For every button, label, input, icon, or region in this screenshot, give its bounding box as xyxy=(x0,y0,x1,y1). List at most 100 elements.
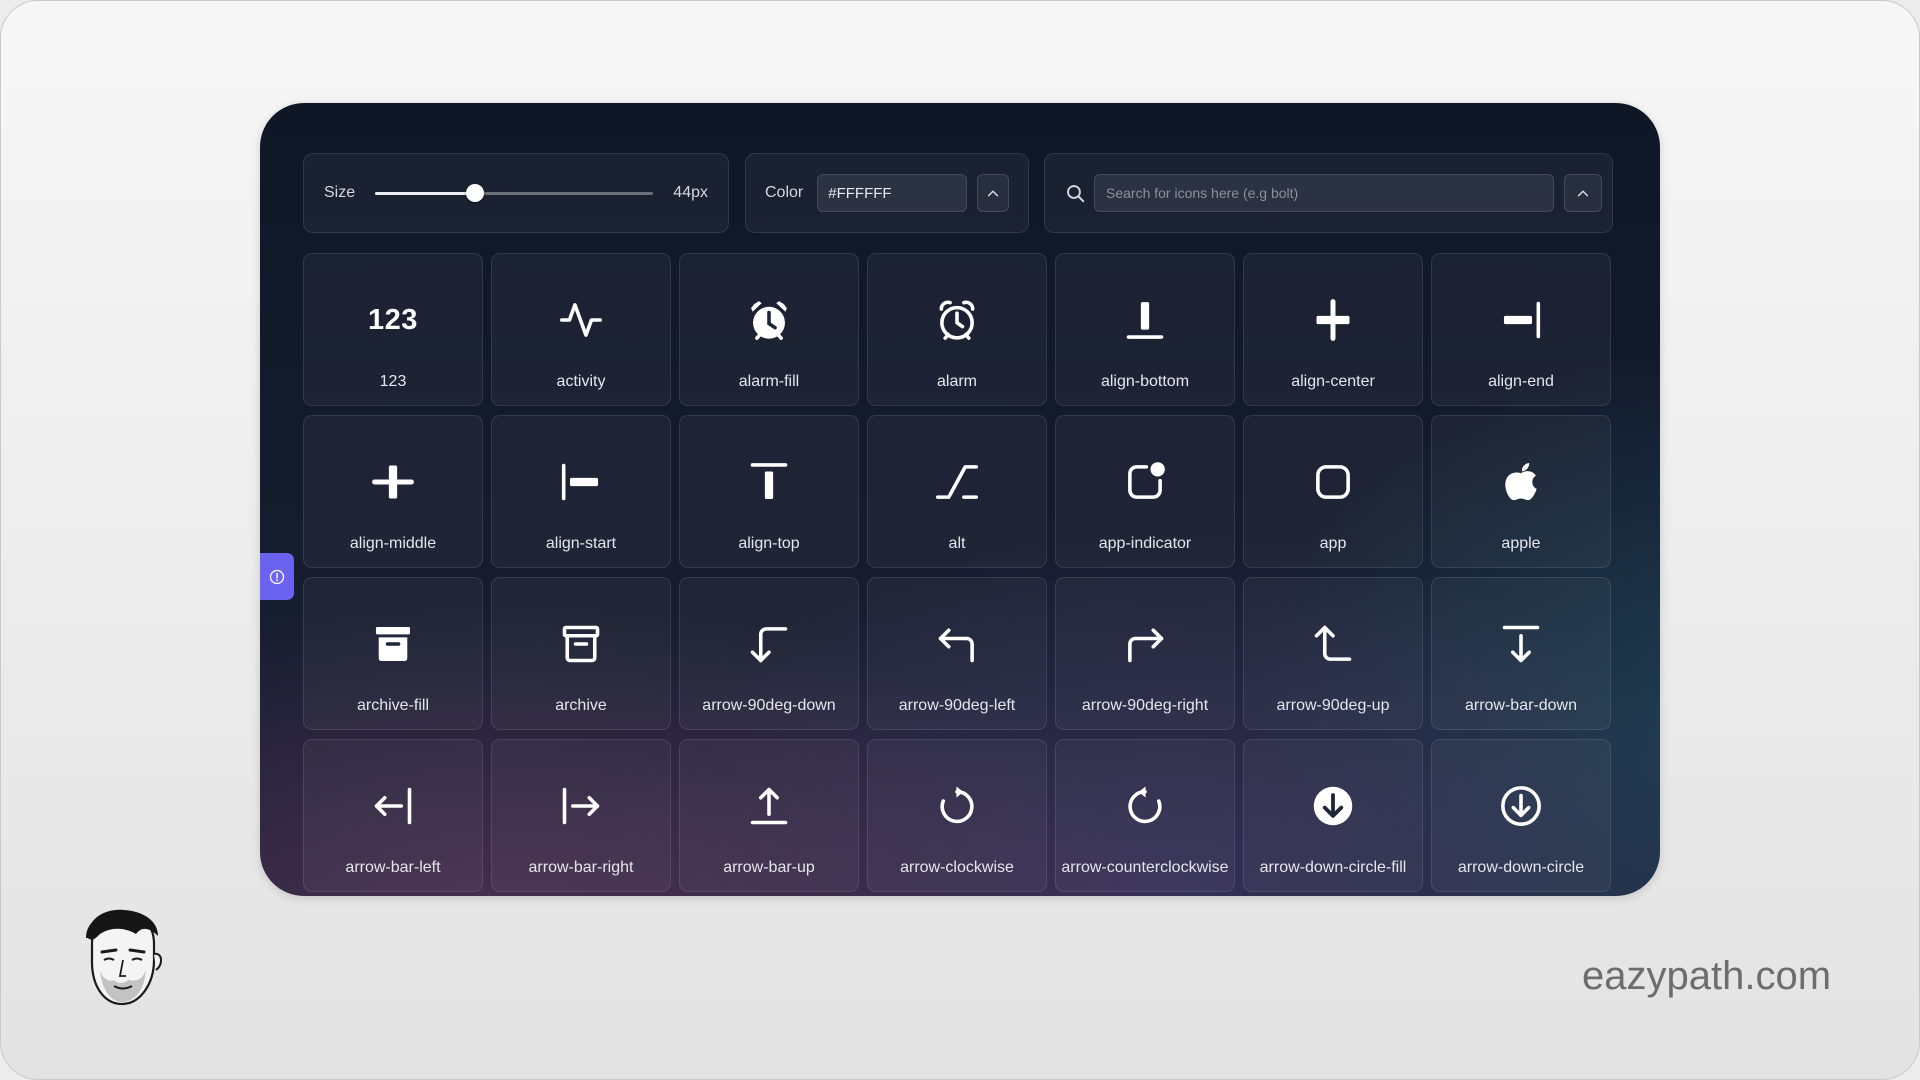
icon-label: alarm-fill xyxy=(738,373,800,390)
icon-label: activity xyxy=(556,373,606,390)
feedback-tab[interactable] xyxy=(260,553,294,600)
icon-label: align-start xyxy=(545,535,617,552)
icon-card[interactable]: alt xyxy=(867,415,1047,568)
align-end-icon xyxy=(1432,298,1610,342)
icon-label: arrow-clockwise xyxy=(900,859,1014,876)
activity-icon xyxy=(492,298,670,342)
icon-card[interactable]: arrow-bar-right xyxy=(491,739,671,892)
icon-card[interactable]: align-start xyxy=(491,415,671,568)
search-input[interactable] xyxy=(1094,174,1554,212)
icon-label: arrow-90deg-right xyxy=(1081,697,1209,714)
search-control xyxy=(1044,153,1613,233)
icon-label: archive xyxy=(555,697,607,714)
icon-label: 123 xyxy=(379,373,407,390)
icon-card[interactable]: app xyxy=(1243,415,1423,568)
app-indicator-icon xyxy=(1056,460,1234,504)
icon-card[interactable]: arrow-counterclockwise xyxy=(1055,739,1235,892)
color-control: Color xyxy=(745,153,1029,233)
search-toggle-button[interactable] xyxy=(1564,174,1602,212)
arrow-90deg-right-icon xyxy=(1056,622,1234,666)
icon-card[interactable]: arrow-90deg-down xyxy=(679,577,859,730)
icon-card[interactable]: arrow-bar-up xyxy=(679,739,859,892)
icon-label: align-top xyxy=(738,535,800,552)
icon-card[interactable]: arrow-90deg-up xyxy=(1243,577,1423,730)
color-toggle-button[interactable] xyxy=(977,174,1009,212)
arrow-bar-down-icon xyxy=(1432,622,1610,666)
arrow-down-circle-fill-icon xyxy=(1244,784,1422,828)
arrow-90deg-down-icon xyxy=(680,622,858,666)
icon-card[interactable]: align-bottom xyxy=(1055,253,1235,406)
app-icon xyxy=(1244,460,1422,504)
color-label: Color xyxy=(765,184,804,201)
icon-card[interactable]: arrow-bar-left xyxy=(303,739,483,892)
icon-glyph-text: 123 xyxy=(368,303,418,336)
align-start-icon xyxy=(492,460,670,504)
icon-label: alarm xyxy=(936,373,977,390)
alarm-icon xyxy=(868,298,1046,342)
archive-icon xyxy=(492,622,670,666)
info-circle-icon xyxy=(269,569,285,584)
arrow-bar-up-icon xyxy=(680,784,858,828)
arrow-bar-left-icon xyxy=(304,784,482,828)
alt-icon xyxy=(868,460,1046,504)
icon-browser-app: Size 44px Color 123 123 activity alarm-fill… xyxy=(260,103,1660,896)
icon-label: arrow-bar-up xyxy=(723,859,815,876)
alarm-fill-icon xyxy=(680,298,858,342)
icon-label: align-end xyxy=(1488,373,1554,390)
icon-label: alt xyxy=(948,535,966,552)
icon-label: apple xyxy=(1501,535,1541,552)
arrow-clockwise-icon xyxy=(868,784,1046,828)
icon-card[interactable]: arrow-90deg-right xyxy=(1055,577,1235,730)
size-label: Size xyxy=(324,184,356,201)
icon-label: arrow-90deg-left xyxy=(898,697,1016,714)
align-bottom-icon xyxy=(1056,298,1234,342)
apple-icon xyxy=(1432,460,1610,504)
icon-label: arrow-bar-down xyxy=(1464,697,1578,714)
watermark-text: eazypath.com xyxy=(1582,954,1832,998)
slider-thumb[interactable] xyxy=(466,184,485,202)
icon-label: arrow-down-circle xyxy=(1457,859,1585,876)
icon-card[interactable]: archive xyxy=(491,577,671,730)
icon-card[interactable]: align-end xyxy=(1431,253,1611,406)
icon-card[interactable]: align-center xyxy=(1243,253,1423,406)
icon-label: archive-fill xyxy=(356,697,429,714)
icon-label: align-bottom xyxy=(1100,373,1190,390)
icon-card[interactable]: app-indicator xyxy=(1055,415,1235,568)
arrow-bar-right-icon xyxy=(492,784,670,828)
icon-card[interactable]: arrow-90deg-left xyxy=(867,577,1047,730)
icon-card[interactable]: arrow-down-circle-fill xyxy=(1243,739,1423,892)
icon-card[interactable]: align-top xyxy=(679,415,859,568)
icon-card[interactable]: archive-fill xyxy=(303,577,483,730)
color-input[interactable] xyxy=(817,174,968,212)
icon-label: arrow-bar-right xyxy=(528,859,634,876)
chevron-up-icon xyxy=(987,190,999,197)
icon-label: arrow-90deg-down xyxy=(702,697,836,714)
arrow-down-circle-icon xyxy=(1432,784,1610,828)
icon-card[interactable]: activity xyxy=(491,253,671,406)
size-slider[interactable] xyxy=(375,183,654,203)
icon-card[interactable]: arrow-down-circle xyxy=(1431,739,1611,892)
icon-label: arrow-down-circle-fill xyxy=(1259,859,1407,876)
icon-label: app xyxy=(1319,535,1347,552)
arrow-90deg-left-icon xyxy=(868,622,1046,666)
icon-label: align-center xyxy=(1291,373,1375,390)
icon-card[interactable]: alarm xyxy=(867,253,1047,406)
align-middle-icon xyxy=(304,460,482,504)
icon-label: app-indicator xyxy=(1098,535,1192,552)
chevron-up-icon xyxy=(1577,190,1589,197)
icon-card[interactable]: arrow-bar-down xyxy=(1431,577,1611,730)
icon-card[interactable]: align-middle xyxy=(303,415,483,568)
icon-card[interactable]: arrow-clockwise xyxy=(867,739,1047,892)
icon-label: arrow-90deg-up xyxy=(1276,697,1390,714)
icon-label: arrow-bar-left xyxy=(345,859,441,876)
icon-card[interactable]: 123 123 xyxy=(303,253,483,406)
arrow-90deg-up-icon xyxy=(1244,622,1422,666)
icon-card[interactable]: apple xyxy=(1431,415,1611,568)
slider-fill xyxy=(375,192,476,195)
icon-label: arrow-counterclockwise xyxy=(1061,859,1229,876)
123-icon: 123 xyxy=(304,298,482,342)
icon-card[interactable]: alarm-fill xyxy=(679,253,859,406)
search-icon xyxy=(1065,183,1085,203)
arrow-counterclockwise-icon xyxy=(1056,784,1234,828)
archive-fill-icon xyxy=(304,622,482,666)
